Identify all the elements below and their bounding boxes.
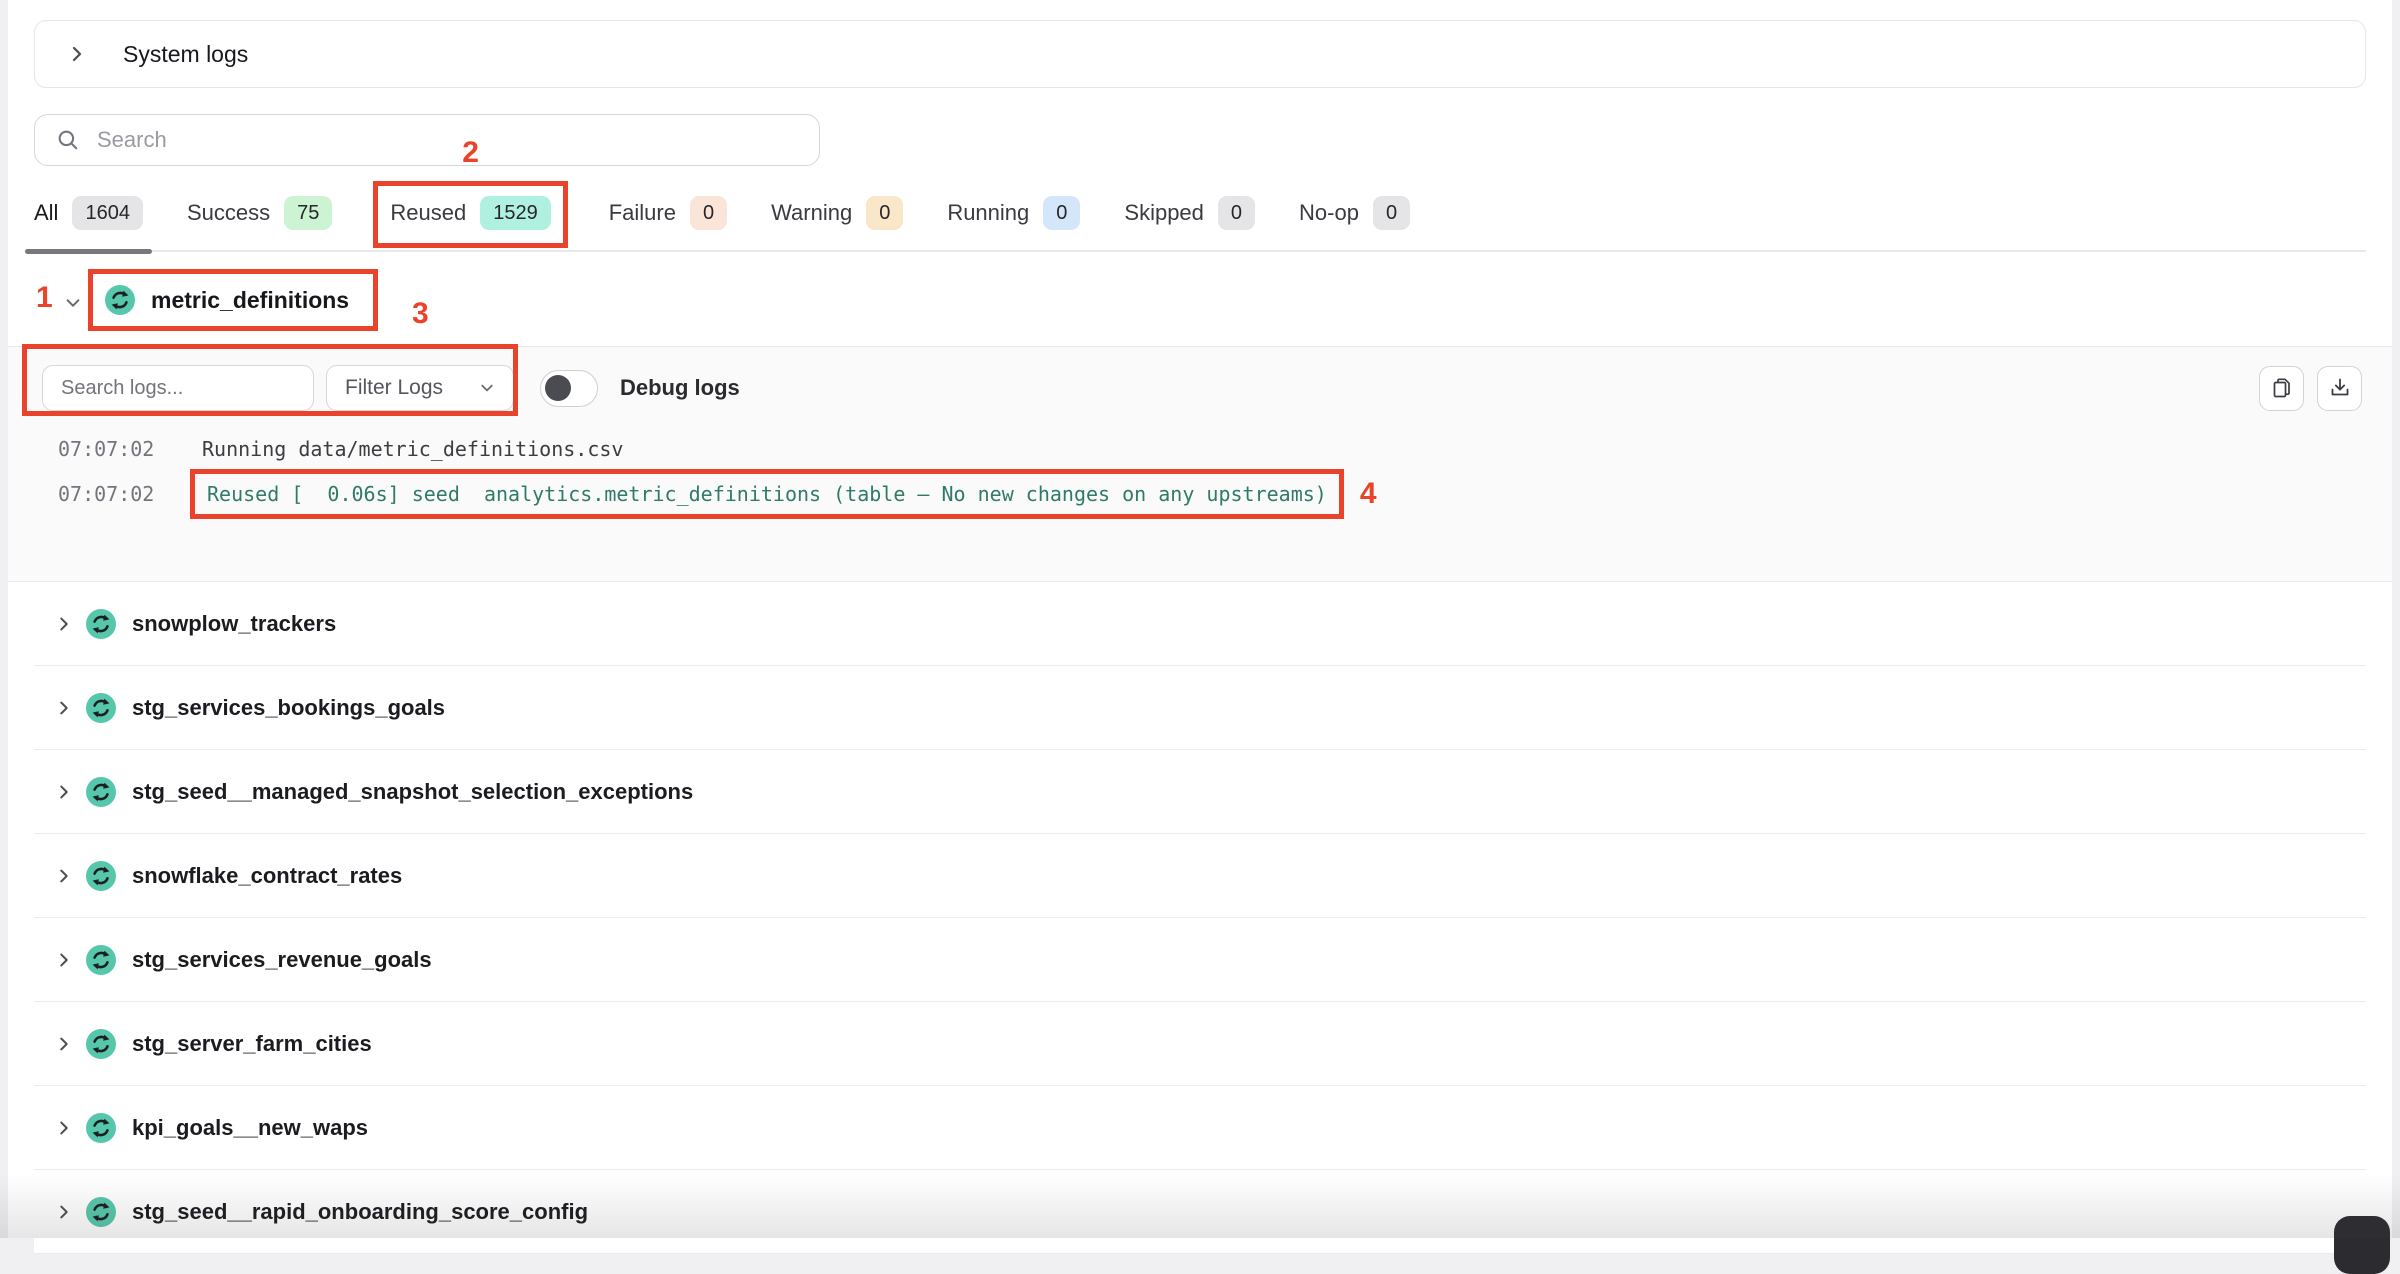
toggle-knob bbox=[545, 375, 571, 401]
count-badge: 0 bbox=[866, 196, 903, 230]
run-name: stg_services_revenue_goals bbox=[132, 947, 432, 973]
count-badge: 1604 bbox=[72, 196, 143, 230]
system-logs-header[interactable]: System logs bbox=[34, 20, 2366, 88]
annotation-box-4: Reused [ 0.06s] seed analytics.metric_de… bbox=[190, 469, 1344, 519]
run-row-stg-seed-rapid-onboarding-score-config[interactable]: stg_seed__rapid_onboarding_score_config bbox=[34, 1170, 2366, 1254]
count-badge: 0 bbox=[1218, 196, 1255, 230]
log-timestamp: 07:07:02 bbox=[58, 437, 202, 461]
reused-status-icon bbox=[86, 861, 116, 891]
log-line: 07:07:02 Reused [ 0.06s] seed analytics.… bbox=[58, 469, 2362, 519]
count-badge: 0 bbox=[1373, 196, 1410, 230]
download-icon bbox=[2328, 376, 2352, 400]
run-row-stg-services-revenue-goals[interactable]: stg_services_revenue_goals bbox=[34, 918, 2366, 1002]
chevron-right-icon bbox=[55, 1119, 73, 1137]
reused-status-icon bbox=[86, 777, 116, 807]
reused-status-icon bbox=[86, 1029, 116, 1059]
run-row-stg-seed-managed-snapshot-selection-exceptions[interactable]: stg_seed__managed_snapshot_selection_exc… bbox=[34, 750, 2366, 834]
run-name: snowplow_trackers bbox=[132, 611, 336, 637]
chevron-right-icon bbox=[55, 699, 73, 717]
search-input[interactable] bbox=[97, 127, 799, 153]
count-badge: 0 bbox=[1043, 196, 1080, 230]
run-row-snowflake-contract-rates[interactable]: snowflake_contract_rates bbox=[34, 834, 2366, 918]
run-list: snowplow_trackers stg_services_bookings_… bbox=[34, 582, 2366, 1254]
chevron-right-icon bbox=[55, 867, 73, 885]
reused-status-icon bbox=[86, 945, 116, 975]
tab-success[interactable]: Success 75 bbox=[187, 196, 332, 230]
run-name: stg_services_bookings_goals bbox=[132, 695, 445, 721]
chevron-right-icon bbox=[55, 783, 73, 801]
chevron-right-icon[interactable] bbox=[67, 44, 87, 64]
tab-all[interactable]: All 1604 bbox=[34, 196, 143, 230]
chevron-right-icon bbox=[55, 1203, 73, 1221]
chevron-right-icon bbox=[55, 951, 73, 969]
reused-status-icon bbox=[86, 609, 116, 639]
tab-warning[interactable]: Warning 0 bbox=[771, 196, 903, 230]
annotation-number-2: 2 bbox=[462, 136, 479, 170]
log-search-input[interactable] bbox=[42, 365, 314, 411]
system-logs-sheet: System logs All 1604 Success 75 bbox=[8, 0, 2392, 1238]
log-panel: 3 Filter Logs Debug logs bbox=[8, 346, 2392, 582]
copy-icon bbox=[2270, 376, 2294, 400]
copy-logs-button[interactable] bbox=[2259, 366, 2304, 411]
annotation-box-1: metric_definitions bbox=[88, 269, 378, 331]
reused-status-icon bbox=[86, 1113, 116, 1143]
search-icon bbox=[55, 127, 81, 153]
tab-running[interactable]: Running 0 bbox=[947, 196, 1080, 230]
run-name: metric_definitions bbox=[151, 287, 349, 314]
search-box bbox=[34, 114, 820, 166]
chevron-down-icon[interactable] bbox=[64, 294, 82, 312]
reused-status-icon bbox=[105, 285, 135, 315]
filter-logs-select[interactable]: Filter Logs bbox=[326, 365, 514, 411]
download-logs-button[interactable] bbox=[2317, 366, 2362, 411]
log-line: 07:07:02 Running data/metric_definitions… bbox=[58, 437, 2362, 461]
overlay-corner-artifact bbox=[2334, 1216, 2390, 1274]
tab-failure[interactable]: Failure 0 bbox=[609, 196, 727, 230]
annotation-number-3: 3 bbox=[412, 297, 429, 331]
count-badge: 75 bbox=[284, 196, 332, 230]
chevron-right-icon bbox=[55, 615, 73, 633]
run-name: snowflake_contract_rates bbox=[132, 863, 402, 889]
log-output: 07:07:02 Running data/metric_definitions… bbox=[58, 437, 2362, 519]
run-name: stg_seed__managed_snapshot_selection_exc… bbox=[132, 779, 693, 805]
reused-status-icon bbox=[86, 1197, 116, 1227]
chevron-right-icon bbox=[55, 1035, 73, 1053]
debug-logs-toggle[interactable] bbox=[540, 370, 598, 407]
log-message: Running data/metric_definitions.csv bbox=[202, 437, 623, 461]
count-badge: 0 bbox=[690, 196, 727, 230]
run-row-kpi-goals-new-waps[interactable]: kpi_goals__new_waps bbox=[34, 1086, 2366, 1170]
run-name: stg_seed__rapid_onboarding_score_config bbox=[132, 1199, 588, 1225]
run-row-stg-server-farm-cities[interactable]: stg_server_farm_cities bbox=[34, 1002, 2366, 1086]
run-name: stg_server_farm_cities bbox=[132, 1031, 372, 1057]
run-row-stg-services-bookings-goals[interactable]: stg_services_bookings_goals bbox=[34, 666, 2366, 750]
run-name: kpi_goals__new_waps bbox=[132, 1115, 368, 1141]
debug-logs-label: Debug logs bbox=[620, 375, 740, 401]
page-title: System logs bbox=[123, 41, 248, 68]
count-badge: 1529 bbox=[480, 196, 551, 230]
run-row-snowplow-trackers[interactable]: snowplow_trackers bbox=[34, 582, 2366, 666]
run-row-metric-definitions[interactable]: 1 metric_definitions bbox=[34, 264, 2366, 336]
tab-reused[interactable]: Reused 1529 2 bbox=[390, 196, 550, 230]
log-toolbar: Filter Logs Debug logs bbox=[42, 365, 2362, 411]
reused-status-icon bbox=[86, 693, 116, 723]
log-timestamp: 07:07:02 bbox=[58, 482, 202, 506]
tab-noop[interactable]: No-op 0 bbox=[1299, 196, 1410, 230]
chevron-down-icon bbox=[479, 380, 495, 396]
annotation-number-4: 4 bbox=[1360, 477, 1377, 511]
annotation-number-1: 1 bbox=[36, 281, 53, 315]
status-tabs: All 1604 Success 75 Reused 1529 2 Failur… bbox=[34, 196, 2366, 252]
tab-skipped[interactable]: Skipped 0 bbox=[1124, 196, 1255, 230]
